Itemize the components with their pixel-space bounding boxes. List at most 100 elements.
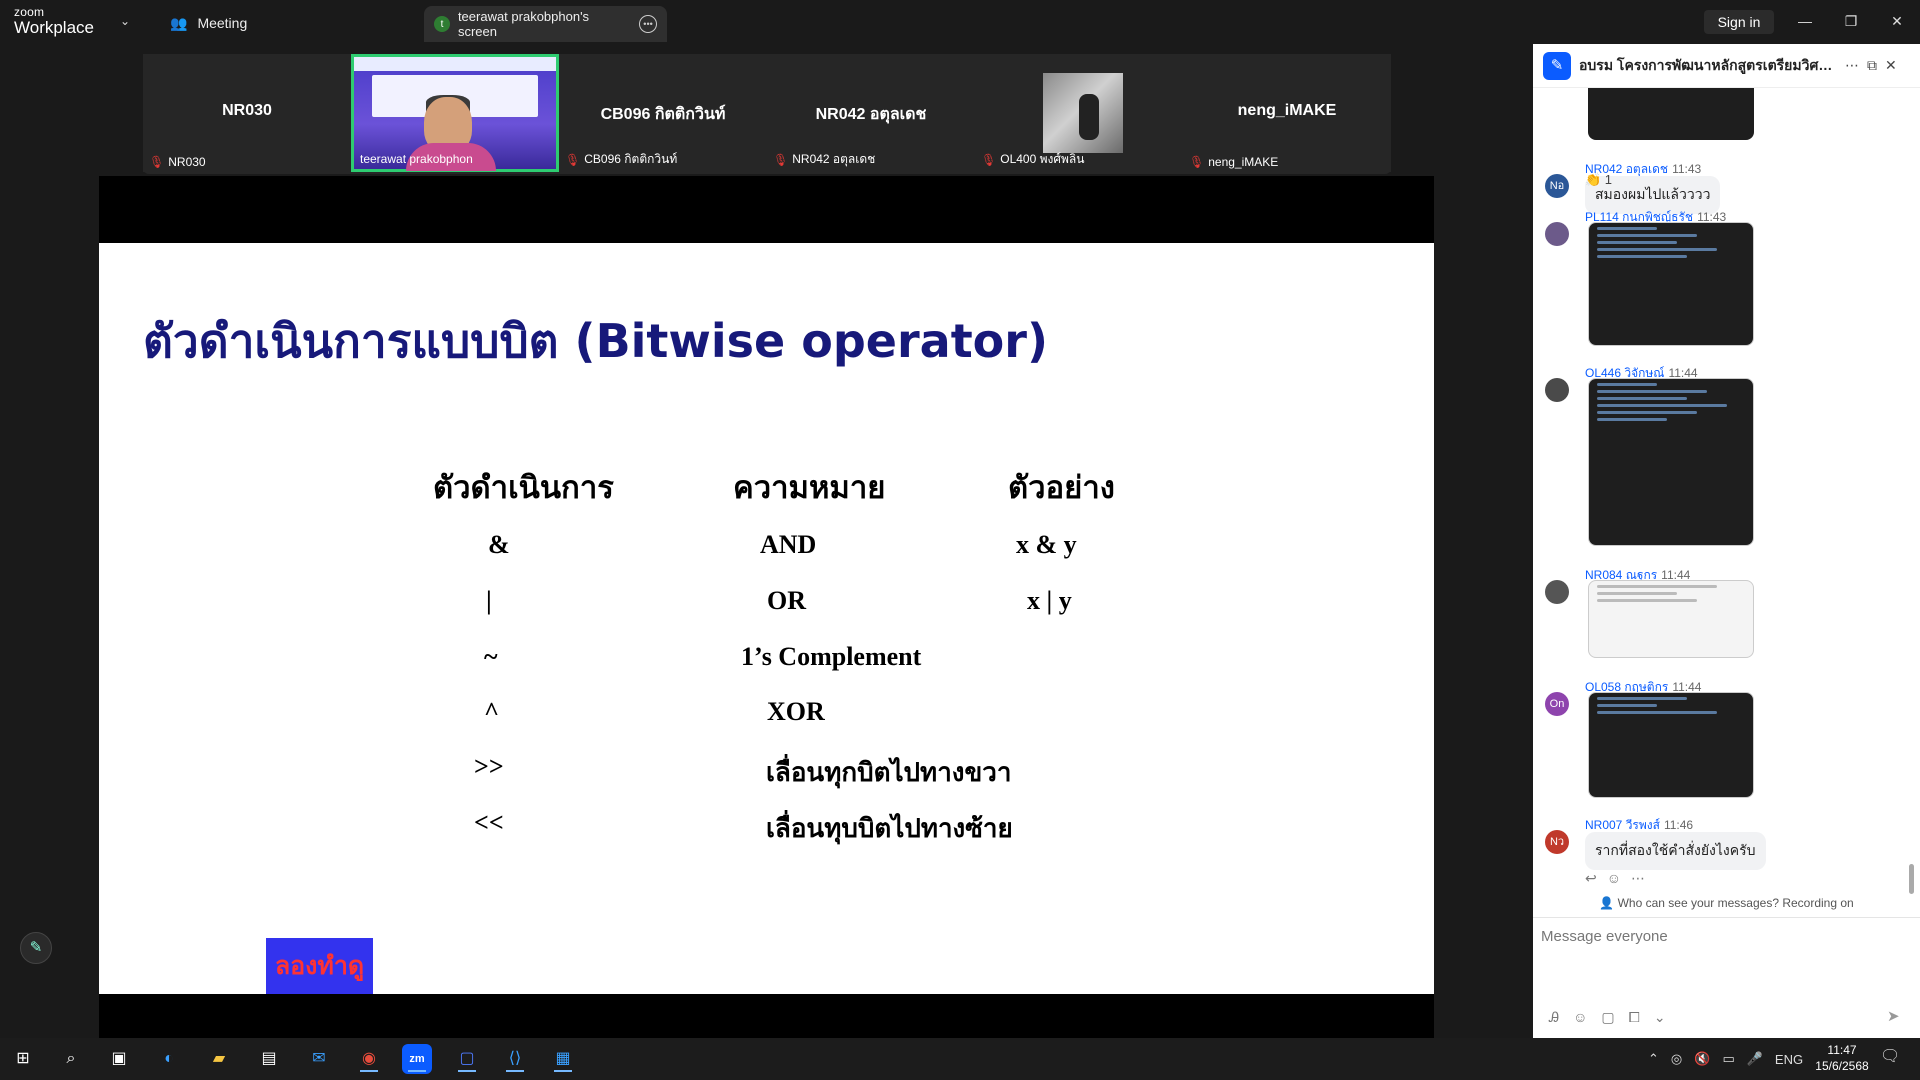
example-cell: x & y	[1016, 530, 1077, 559]
reaction-badge[interactable]: 👏 1	[1585, 171, 1612, 189]
mail-icon[interactable]: ✉	[304, 1044, 334, 1074]
participant-label: CB096 กิตติกวินท์	[584, 152, 678, 166]
chevron-down-icon[interactable]: ⌄	[1654, 1009, 1666, 1026]
file-icon[interactable]: ▢	[1601, 1009, 1614, 1026]
close-icon[interactable]: ✕	[1882, 10, 1912, 32]
zoom-workplace-logo[interactable]: zoom Workplace	[14, 6, 94, 36]
network-icon[interactable]: ▭	[1722, 1051, 1734, 1067]
chat-panel: ✎ อบรม โครงการพัฒนาหลักสูตรเตรียมวิศวก..…	[1533, 44, 1920, 1038]
screenshot-icon[interactable]: ⧠	[1629, 1009, 1640, 1026]
chat-image-thumbnail[interactable]	[1588, 580, 1754, 658]
operator-cell: ^	[484, 697, 500, 726]
file-explorer-icon[interactable]: ▰	[204, 1044, 234, 1074]
reply-icon[interactable]: ↩	[1585, 870, 1597, 887]
participant-tile-teerawat[interactable]: teerawat prakobphon	[351, 54, 559, 172]
avatar: On	[1545, 692, 1569, 716]
meeting-tab[interactable]: 👥 Meeting	[170, 12, 247, 34]
avatar: Nอ	[1545, 174, 1569, 198]
windows-start-icon[interactable]: ⊞	[8, 1044, 38, 1074]
presenter-initial-badge: t	[434, 16, 450, 32]
meaning-cell: เลื่อนทุบบิตไปทางซ้าย	[766, 814, 1013, 843]
microphone-icon[interactable]: 🎤	[1747, 1051, 1763, 1067]
message-bubble[interactable]: รากที่สองใช้คำสั่งยังไงครับ	[1585, 832, 1766, 870]
chevron-down-icon[interactable]: ⌄	[120, 14, 130, 28]
notification-icon[interactable]: 🗨	[1880, 1046, 1900, 1066]
chat-edit-icon[interactable]: ✎	[1543, 51, 1571, 80]
chevron-up-icon[interactable]: ⌃	[1648, 1051, 1659, 1067]
sign-in-button[interactable]: Sign in	[1704, 10, 1774, 34]
chat-more-icon[interactable]: ⋯	[1845, 57, 1859, 74]
participant-name: NR030	[222, 102, 272, 119]
mic-muted-icon: 🎙	[981, 152, 997, 167]
store-icon[interactable]: ▤	[254, 1044, 284, 1074]
meaning-cell: XOR	[767, 697, 825, 726]
taskbar-clock[interactable]: 11:47 15/6/2568	[1812, 1042, 1872, 1074]
people-icon: 👥	[170, 14, 188, 31]
participant-name: neng_iMAKE	[1237, 102, 1337, 119]
zoom-taskbar-icon[interactable]: zm	[402, 1044, 432, 1074]
app-icon[interactable]: ▢	[452, 1044, 482, 1074]
participant-tile-cb096[interactable]: CB096 กิตติกวินท์ 🎙 CB096 กิตติกวินท์	[559, 54, 767, 172]
emoji-reaction-icon[interactable]: ☺	[1607, 870, 1621, 887]
camera-icon[interactable]: ◎	[1671, 1051, 1682, 1067]
restore-icon[interactable]: ❐	[1836, 10, 1866, 32]
slide-title: ตัวดำเนินการแบบบิต (Bitwise operator)	[143, 314, 1048, 368]
search-icon[interactable]: ⌕	[56, 1044, 86, 1074]
visibility-note[interactable]: 👤 Who can see your messages? Recording o…	[1533, 896, 1920, 910]
minimize-icon[interactable]: —	[1790, 10, 1820, 32]
participant-label: NR030	[168, 155, 206, 169]
chat-image-thumbnail[interactable]	[1588, 88, 1754, 140]
photos-icon[interactable]: ▦	[548, 1044, 578, 1074]
message-input[interactable]	[1541, 924, 1911, 948]
participant-tile-neng[interactable]: neng_iMAKE 🎙 neng_iMAKE	[1183, 54, 1391, 172]
meaning-cell: AND	[760, 530, 817, 559]
chrome-icon[interactable]: ◉	[354, 1044, 384, 1074]
participant-tile-nr030[interactable]: NR030 🎙 NR030	[143, 54, 351, 172]
chat-scrollbar[interactable]	[1909, 864, 1914, 894]
more-icon[interactable]: ⋯	[1631, 870, 1645, 887]
chat-close-icon[interactable]: ✕	[1885, 57, 1897, 74]
message-time: 11:46	[1663, 818, 1694, 832]
mic-muted-icon: 🎙	[773, 152, 789, 167]
format-text-icon[interactable]: Ꭿ	[1549, 1009, 1559, 1026]
participant-label: neng_iMAKE	[1208, 155, 1279, 169]
participant-label: teerawat prakobphon	[360, 152, 473, 166]
task-view-icon[interactable]: ▣	[104, 1044, 134, 1074]
chat-title: อบรม โครงการพัฒนาหลักสูตรเตรียมวิศวก...	[1579, 56, 1837, 73]
participant-tile-ol400[interactable]: 🎙 OL400 พงศ์พลิน	[975, 54, 1183, 172]
slide-letterbox-top	[99, 176, 1434, 243]
meaning-cell: 1’s Complement	[741, 642, 922, 671]
avatar: Nว	[1545, 830, 1569, 854]
edge-icon[interactable]: ◐	[154, 1044, 184, 1074]
operator-cell: <<	[474, 808, 504, 837]
column-header-example: ตัวอย่าง	[1008, 470, 1115, 506]
pop-out-icon[interactable]: ⧉	[1867, 57, 1877, 74]
chat-image-thumbnail[interactable]	[1588, 222, 1754, 346]
participant-name: CB096 กิตติกวินท์	[600, 106, 726, 123]
logo-brand-top: zoom	[14, 5, 45, 19]
send-icon[interactable]: ➤	[1887, 1007, 1900, 1025]
chat-image-thumbnail[interactable]	[1588, 692, 1754, 798]
vscode-icon[interactable]: ⟨⟩	[500, 1044, 530, 1074]
participant-label: NR042 อตุลเดช	[792, 152, 876, 166]
column-header-meaning: ความหมาย	[733, 470, 886, 506]
participant-video-figure	[1079, 94, 1099, 140]
avatar	[1545, 378, 1569, 402]
shared-screen-tab[interactable]: t teerawat prakobphon's screen •••	[424, 6, 667, 42]
people-lock-icon: 👤	[1599, 896, 1615, 910]
language-indicator[interactable]: ENG	[1775, 1052, 1803, 1067]
compose-divider	[1533, 917, 1920, 918]
participant-tile-nr042[interactable]: NR042 อตุลเดช 🎙 NR042 อตุลเดช	[767, 54, 975, 172]
slide-letterbox-bottom	[99, 994, 1434, 1038]
operator-cell: ~	[484, 642, 498, 671]
speaker-muted-icon[interactable]: 🔇	[1694, 1051, 1710, 1067]
mic-muted-icon: 🎙	[1189, 155, 1205, 169]
annotate-pen-icon[interactable]: ✎	[20, 932, 52, 964]
logo-brand-bottom: Workplace	[14, 18, 94, 37]
emoji-icon[interactable]: ☺	[1573, 1009, 1587, 1026]
more-options-icon[interactable]: •••	[639, 15, 657, 33]
clock-date: 15/6/2568	[1815, 1059, 1869, 1073]
title-bar	[0, 0, 1920, 44]
avatar	[1545, 580, 1569, 604]
chat-image-thumbnail[interactable]	[1588, 378, 1754, 546]
